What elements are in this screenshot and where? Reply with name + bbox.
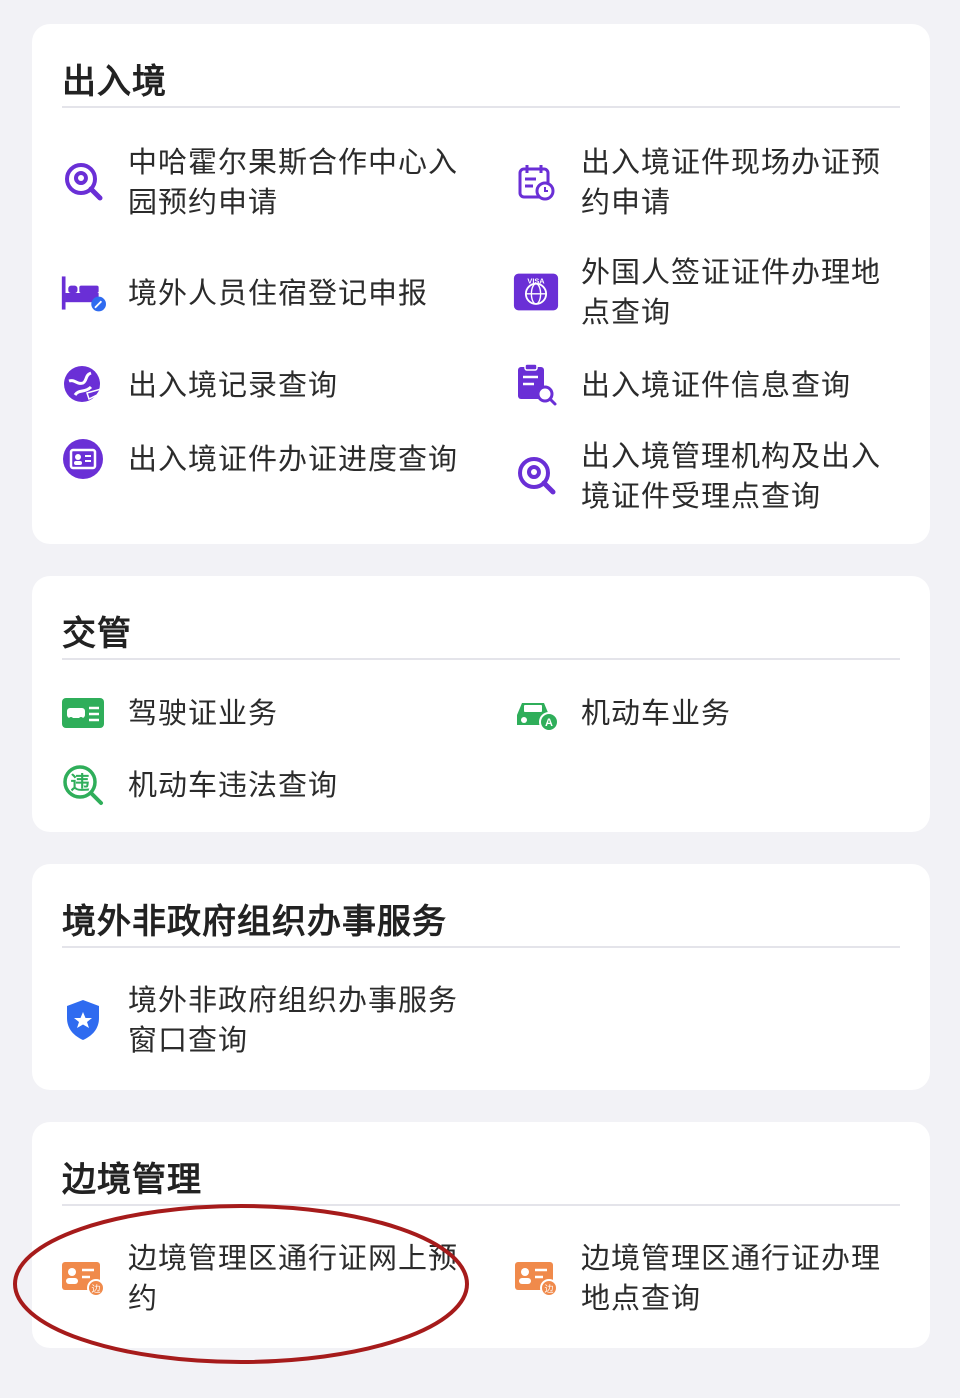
car-icon: A <box>513 690 559 736</box>
location-search-icon <box>60 159 106 205</box>
menu-item-progress-search[interactable]: 出入境证件办证进度查询 <box>60 436 480 482</box>
border-pass-icon: 边 <box>513 1255 559 1301</box>
violation-badge-text: 违 <box>70 772 89 794</box>
menu-item-label: 境外人员住宿登记申报 <box>128 276 429 310</box>
menu-item-entry-exit-records[interactable]: 出入境记录查询 <box>60 362 480 408</box>
menu-item-onsite-booking[interactable]: 出入境证件现场办证预约申请 <box>513 142 913 222</box>
menu-item-label: 边境管理区通行证办理地点查询 <box>581 1241 882 1315</box>
section-divider <box>62 106 900 108</box>
menu-item-border-pass-booking[interactable]: 边 边境管理区通行证网上预约 <box>60 1238 480 1318</box>
section-card-ngo: 境外非政府组织办事服务 境外非政府组织办事服务窗口查询 <box>32 864 930 1090</box>
menu-item-label: 驾驶证业务 <box>128 696 279 730</box>
visa-card-icon: VISA <box>513 269 559 315</box>
menu-item-label: 中哈霍尔果斯合作中心入园预约申请 <box>128 145 459 219</box>
bed-edit-icon <box>60 270 106 316</box>
border-pass-icon: 边 <box>60 1255 106 1301</box>
visa-text: VISA <box>527 277 545 286</box>
calendar-clock-icon <box>513 159 559 205</box>
section-divider <box>62 658 900 660</box>
menu-item-label: 境外非政府组织办事服务窗口查询 <box>128 983 459 1057</box>
menu-item-visa-office-search[interactable]: VISA 外国人签证证件办理地点查询 <box>513 252 913 332</box>
menu-item-document-info-search[interactable]: 出入境证件信息查询 <box>513 362 913 408</box>
menu-item-label: 出入境管理机构及出入境证件受理点查询 <box>581 439 882 513</box>
section-card-immigration: 出入境 中哈霍尔果斯合作中心入园预约申请 出入境证件现场办证预约申请 境外人员住… <box>32 24 930 544</box>
section-divider <box>62 1204 900 1206</box>
location-search-icon <box>513 453 559 499</box>
id-card-circle-icon <box>60 436 106 482</box>
driver-license-icon <box>60 690 106 736</box>
menu-item-accommodation-registration[interactable]: 境外人员住宿登记申报 <box>60 270 480 316</box>
menu-item-label: 出入境证件信息查询 <box>581 368 852 402</box>
violation-search-icon: 违 <box>60 762 106 808</box>
section-card-border-management: 边境管理 边 边境管理区通行证网上预约 边 边境管理区通行证办理地点查询 <box>32 1122 930 1348</box>
menu-item-label: 出入境证件办证进度查询 <box>128 442 459 476</box>
border-badge-text: 边 <box>544 1284 553 1295</box>
menu-item-driver-license[interactable]: 驾驶证业务 <box>60 690 480 736</box>
document-search-icon <box>513 362 559 408</box>
menu-item-label: 出入境证件现场办证预约申请 <box>581 145 882 219</box>
section-title: 境外非政府组织办事服务 <box>62 902 447 942</box>
menu-item-ngo-window-search[interactable]: 境外非政府组织办事服务窗口查询 <box>60 980 480 1060</box>
menu-item-label: 边境管理区通行证网上预约 <box>128 1241 459 1315</box>
car-badge-text: A <box>545 717 553 729</box>
menu-item-border-pass-location-search[interactable]: 边 边境管理区通行证办理地点查询 <box>513 1238 913 1318</box>
police-shield-icon <box>60 997 106 1043</box>
section-card-traffic: 交管 驾驶证业务 A 机动车业务 违 机动车违法查询 <box>32 576 930 832</box>
menu-item-label: 机动车业务 <box>581 696 732 730</box>
section-title: 出入境 <box>62 62 167 102</box>
menu-item-park-entry-booking[interactable]: 中哈霍尔果斯合作中心入园预约申请 <box>60 142 480 222</box>
section-divider <box>62 946 900 948</box>
menu-item-office-location-search[interactable]: 出入境管理机构及出入境证件受理点查询 <box>513 436 913 516</box>
section-title: 边境管理 <box>62 1160 202 1200</box>
section-title: 交管 <box>62 614 132 654</box>
menu-item-label: 出入境记录查询 <box>128 368 339 402</box>
menu-item-vehicle-violation-search[interactable]: 违 机动车违法查询 <box>60 762 480 808</box>
menu-item-vehicle-services[interactable]: A 机动车业务 <box>513 690 913 736</box>
border-badge-text: 边 <box>91 1284 100 1295</box>
menu-item-label: 机动车违法查询 <box>128 768 339 802</box>
globe-plane-icon <box>60 362 106 408</box>
menu-item-label: 外国人签证证件办理地点查询 <box>581 255 882 329</box>
